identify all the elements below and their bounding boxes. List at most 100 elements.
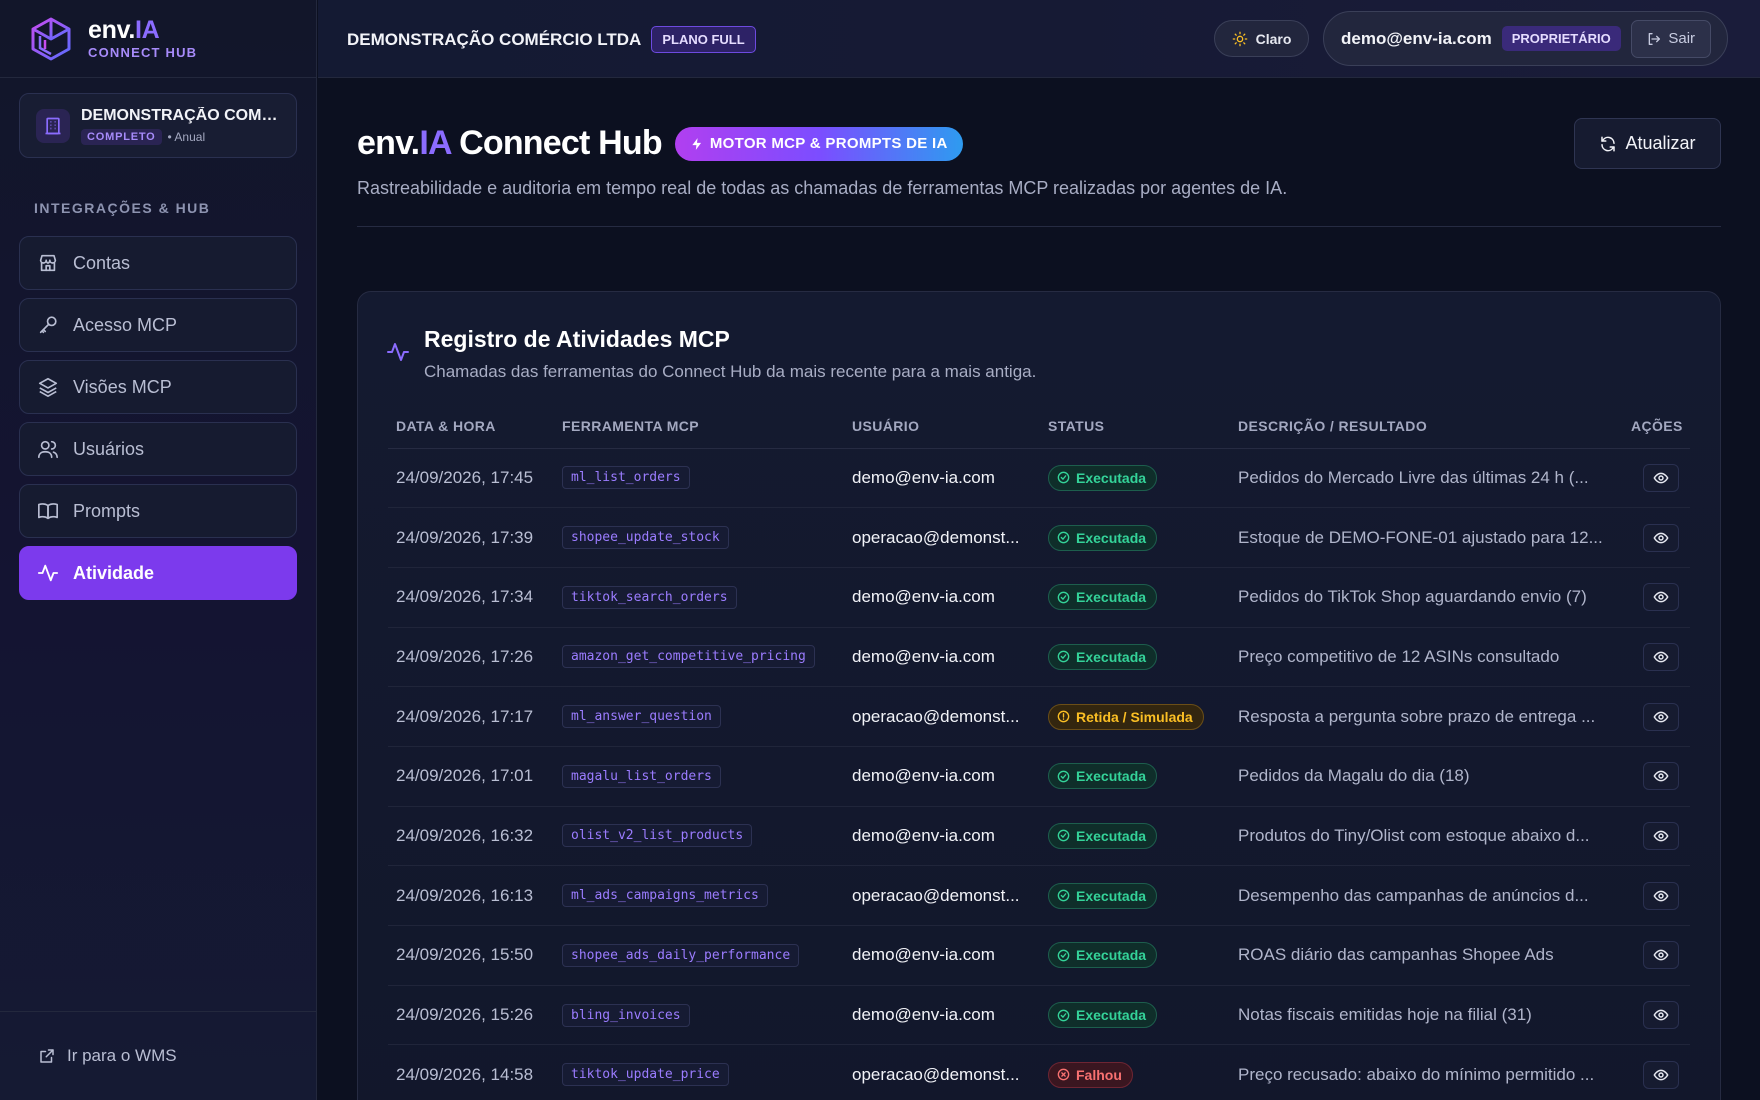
view-details-button[interactable] [1643,881,1679,910]
sidebar-item-label: Acesso MCP [73,314,178,335]
cell-user: operacao@demonst... [844,507,1040,568]
tool-name: amazon_get_competitive_pricing [562,645,815,669]
status-label: Executada [1076,589,1147,606]
status-label: Executada [1076,1007,1147,1024]
view-details-button[interactable] [1643,762,1679,791]
table-row: 24/09/2026, 16:32 olist_v2_list_products d… [388,806,1690,867]
billing-period: • Anual [167,129,206,144]
book-icon [38,503,58,520]
sidebar-item-contas[interactable]: Contas [19,236,297,290]
cell-user: operacao@demonst... [844,686,1040,747]
view-details-button[interactable] [1643,463,1679,492]
brand-subtitle: CONNECT HUB [88,45,198,60]
org-switcher[interactable]: DEMONSTRAÇÃO COMÉRCIO LTDA COMPLETO • An… [19,93,297,158]
status-label: Falhou [1076,1066,1122,1083]
go-to-wms-link[interactable]: Ir para o WMS [0,1011,317,1100]
eye-icon [1653,1009,1669,1021]
check-circle-icon [1057,889,1070,902]
cell-tool: olist_v2_list_products [554,806,844,867]
cell-description: Notas fiscais emitidas hoje na filial (3… [1230,985,1623,1046]
key-icon [39,316,57,334]
cell-description: Pedidos do Mercado Livre das últimas 24 … [1230,448,1623,509]
activity-log-card: Registro de Atividades MCP Chamadas das … [357,291,1721,1100]
eye-icon [1653,770,1669,782]
logout-icon [1649,32,1661,45]
check-circle-icon [1057,472,1070,484]
table-row: 24/09/2026, 15:26 bling_invoices demo@env-… [388,985,1690,1046]
sidebar-item-atividade[interactable]: Atividade [19,546,297,600]
theme-label: Claro [1255,30,1292,47]
cell-description: Preço competitivo de 12 ASINs consultado [1230,627,1623,688]
cell-actions [1623,686,1690,747]
cell-actions [1623,746,1690,807]
sidebar-item-prompts[interactable]: Prompts [19,484,297,538]
plan-badge: COMPLETO [81,128,162,145]
table-row: 24/09/2026, 17:26 amazon_get_competitive_… [388,627,1690,688]
cell-actions [1623,865,1690,926]
sidebar-item-label: Usuários [73,438,145,459]
layers-icon [38,377,58,397]
cube-logo-icon [31,17,71,60]
status-badge: Executada [1048,882,1158,909]
tool-name: tiktok_search_orders [562,585,737,609]
cell-actions [1623,448,1690,509]
tool-name: shopee_ads_daily_performance [562,943,800,967]
activity-rows: 24/09/2026, 17:45 ml_list_orders demo@env-… [388,448,1690,1100]
view-details-button[interactable] [1643,1060,1679,1089]
view-details-button[interactable] [1643,523,1679,552]
view-details-button[interactable] [1643,583,1679,612]
status-badge: Executada [1048,464,1158,491]
refresh-button[interactable]: Atualizar [1574,118,1721,169]
view-details-button[interactable] [1643,642,1679,671]
sidebar-item-label: Contas [73,252,131,273]
status-label: Executada [1076,768,1147,785]
cell-actions [1623,925,1690,986]
check-circle-icon [1057,830,1070,842]
cell-description: Estoque de DEMO-FONE-01 ajustado para 12… [1230,507,1623,568]
view-details-button[interactable] [1643,821,1679,850]
view-details-button[interactable] [1643,941,1679,970]
brand[interactable]: env.IA CONNECT HUB [0,0,316,78]
check-circle-icon [1057,531,1070,544]
eye-icon [1653,711,1669,722]
check-circle-icon [1057,591,1070,604]
cell-description: Pedidos do TikTok Shop aguardando envio … [1230,567,1623,628]
user-email: demo@env-ia.com [1341,28,1492,48]
cell-tool: ml_list_orders [554,448,844,509]
logout-label: Sair [1668,30,1696,47]
cell-tool: tiktok_update_price [554,1044,844,1100]
view-details-button[interactable] [1643,702,1679,731]
view-details-button[interactable] [1643,1001,1679,1030]
sidebar-item-label: Atividade [73,562,155,583]
store-icon [39,254,57,272]
check-circle-icon [1057,770,1070,783]
sidebar-item-usuarios[interactable]: Usuários [19,422,297,476]
sidebar-item-visoes-mcp[interactable]: Visões MCP [19,360,297,414]
cell-datetime: 24/09/2026, 14:58 [388,1044,554,1100]
status-badge: Executada [1048,822,1158,849]
refresh-icon [1601,136,1616,151]
user-menu: demo@env-ia.com PROPRIETÁRIO Sair [1323,11,1728,66]
cell-tool: magalu_list_orders [554,746,844,807]
status-label: Executada [1076,529,1147,546]
cell-status: Executada [1040,806,1230,867]
cell-tool: tiktok_search_orders [554,567,844,628]
tool-name: ml_list_orders [562,466,690,490]
eye-icon [1653,651,1669,663]
sidebar-item-acesso-mcp[interactable]: Acesso MCP [19,298,297,352]
column-header-datetime: DATA & HORA [388,404,554,449]
cell-actions [1623,985,1690,1046]
cell-datetime: 24/09/2026, 16:32 [388,806,554,867]
logout-button[interactable]: Sair [1630,19,1711,58]
check-circle-icon [1057,1009,1070,1021]
status-badge: Falhou [1048,1061,1133,1088]
cell-datetime: 24/09/2026, 17:26 [388,627,554,688]
cell-status: Executada [1040,865,1230,926]
theme-toggle-button[interactable]: Claro [1214,20,1309,57]
cell-status: Executada [1040,448,1230,509]
cell-user: demo@env-ia.com [844,806,1040,867]
cell-status: Retida / Simulada [1040,686,1230,747]
status-badge: Executada [1048,763,1158,790]
tool-name: tiktok_update_price [562,1063,729,1087]
eye-icon [1653,830,1669,842]
